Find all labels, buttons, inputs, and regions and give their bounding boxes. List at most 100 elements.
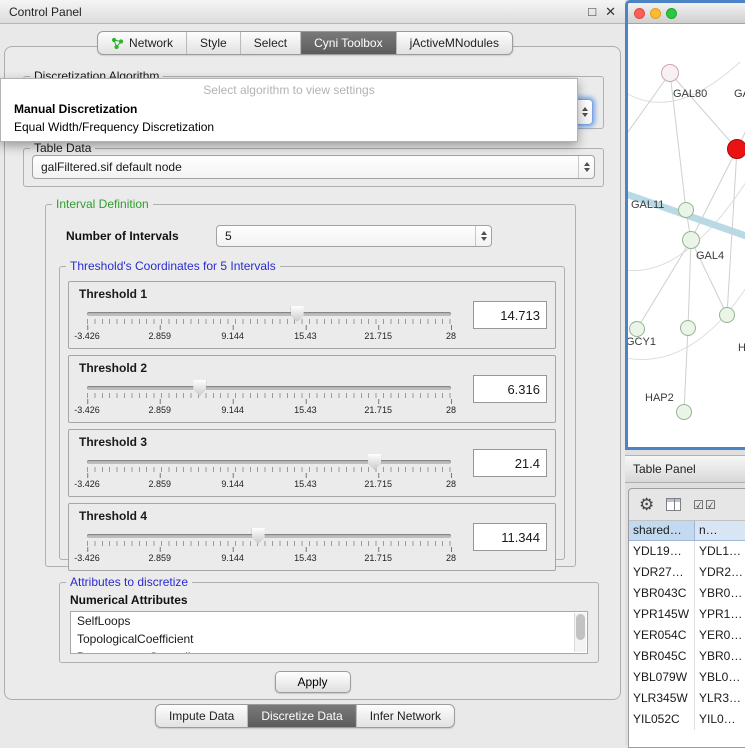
list-item-topologicalcoefficient[interactable]: TopologicalCoefficient: [71, 630, 587, 648]
scrollbar-thumb[interactable]: [576, 614, 585, 640]
table-data-group: Table Data galFiltered.sif default node: [23, 141, 604, 187]
numerical-attributes-label: Numerical Attributes: [70, 593, 188, 607]
threshold-label: Threshold 3: [79, 435, 147, 449]
attributes-scrollbar[interactable]: [574, 613, 586, 652]
scale-label: 28: [446, 331, 456, 341]
table-row[interactable]: YIL052CYIL0…: [629, 709, 745, 730]
number-of-intervals-select[interactable]: 5: [216, 225, 492, 247]
slider-track: [87, 534, 451, 538]
gear-icon[interactable]: ⚙: [639, 496, 654, 513]
float-window-icon[interactable]: □: [588, 4, 596, 20]
close-window-icon[interactable]: [634, 8, 645, 19]
column-header-shared-name[interactable]: shared…: [629, 521, 695, 541]
scale-label: 2.859: [149, 405, 172, 415]
tab-impute-data[interactable]: Impute Data: [156, 705, 247, 727]
table-row[interactable]: YBR045CYBR0…: [629, 646, 745, 667]
threshold-panel: Threshold 1-3.4262.8599.14415.4321.71528…: [68, 281, 556, 349]
network-node-label: GA: [734, 88, 745, 100]
tab-label: Network: [129, 36, 173, 50]
right-region: GAL80GAGAL11GAL4GCY1HAP2H Table Panel ⚙ …: [625, 0, 745, 745]
network-node[interactable]: [661, 64, 679, 82]
tab-style[interactable]: Style: [186, 32, 240, 54]
attributes-list[interactable]: SelfLoopsTopologicalCoefficientBetweenne…: [70, 611, 588, 654]
tab-cyni-toolbox[interactable]: Cyni Toolbox: [300, 32, 395, 54]
control-panel-title: Control Panel: [9, 5, 588, 19]
cell-shared-name: YBR043C: [629, 583, 695, 604]
table-panel-window: ⚙ ☑☑ shared… n… YDL19…YDL1…YDR27…YDR2…YB…: [628, 488, 745, 748]
cell-name: YBL0…: [695, 667, 745, 688]
cell-shared-name: YER054C: [629, 625, 695, 646]
control-panel: Control Panel □ ✕ Discretization Algorit…: [0, 0, 625, 745]
tab-select[interactable]: Select: [240, 32, 300, 54]
network-canvas[interactable]: GAL80GAGAL11GAL4GCY1HAP2H: [628, 24, 745, 447]
algorithm-option-equal-width-frequency-discretization[interactable]: Equal Width/Frequency Discretization: [1, 118, 577, 136]
table-header-row: shared… n…: [629, 521, 745, 541]
table-row[interactable]: YPR145WYPR1…: [629, 604, 745, 625]
table-row[interactable]: YBL079WYBL0…: [629, 667, 745, 688]
apply-button[interactable]: Apply: [274, 671, 350, 693]
scale-label: 28: [446, 479, 456, 489]
minimize-window-icon[interactable]: [650, 8, 661, 19]
threshold-value-field[interactable]: 14.713: [473, 301, 547, 329]
scale-label: 21.715: [364, 553, 392, 563]
table-data-select-value: galFiltered.sif default node: [33, 160, 578, 174]
cell-shared-name: YIL052C: [629, 709, 695, 730]
select-columns-icons[interactable]: ☑☑: [693, 498, 717, 512]
scale-label: 9.144: [221, 405, 244, 415]
network-node[interactable]: [682, 231, 700, 249]
list-item-betweennesscentrality[interactable]: BetweennessCentrality: [71, 648, 587, 654]
tab-label: Select: [254, 36, 287, 50]
scale-label: 15.43: [294, 553, 317, 563]
interval-definition-title: Interval Definition: [52, 197, 153, 211]
slider-scale: -3.4262.8599.14415.4321.71528: [87, 402, 451, 414]
scale-label: 9.144: [221, 331, 244, 341]
zoom-window-icon[interactable]: [666, 8, 677, 19]
tab-jactivemnodules[interactable]: jActiveMNodules: [396, 32, 512, 54]
slider-scale: -3.4262.8599.14415.4321.71528: [87, 328, 451, 340]
algorithm-option-manual-discretization[interactable]: Manual Discretization: [1, 100, 577, 118]
threshold-panel: Threshold 4-3.4262.8599.14415.4321.71528…: [68, 503, 556, 571]
table-row[interactable]: YDL19…YDL1…: [629, 541, 745, 562]
table-row[interactable]: YLR345WYLR3…: [629, 688, 745, 709]
tab-discretize-data[interactable]: Discretize Data: [247, 705, 355, 727]
scale-label: 9.144: [221, 553, 244, 563]
threshold-panel: Threshold 3-3.4262.8599.14415.4321.71528…: [68, 429, 556, 497]
threshold-slider[interactable]: -3.4262.8599.14415.4321.71528: [87, 450, 451, 494]
network-node[interactable]: [678, 202, 694, 218]
table-row[interactable]: YDR27…YDR2…: [629, 562, 745, 583]
thresholds-group: Threshold's Coordinates for 5 Intervals …: [59, 259, 565, 560]
close-panel-icon[interactable]: ✕: [605, 4, 616, 20]
scale-label: 28: [446, 405, 456, 415]
top-tab-bar: Network Style Select Cyni ToolboxjActiveMNo…: [97, 31, 513, 55]
slider-scale: -3.4262.8599.14415.4321.71528: [87, 550, 451, 562]
network-node[interactable]: [727, 139, 745, 159]
network-node[interactable]: [719, 307, 735, 323]
network-node[interactable]: [629, 321, 645, 337]
table-row[interactable]: YER054CYER0…: [629, 625, 745, 646]
column-header-name[interactable]: n…: [695, 521, 745, 541]
columns-icon[interactable]: [666, 498, 681, 511]
threshold-value-field[interactable]: 11.344: [473, 523, 547, 551]
network-node[interactable]: [676, 404, 692, 420]
threshold-value-field[interactable]: 21.4: [473, 449, 547, 477]
network-view-window[interactable]: GAL80GAGAL11GAL4GCY1HAP2H: [625, 0, 745, 450]
list-item-selfloops[interactable]: SelfLoops: [71, 612, 587, 630]
thresholds-container: Threshold 1-3.4262.8599.14415.4321.71528…: [60, 275, 564, 559]
table-data-select[interactable]: galFiltered.sif default node: [32, 155, 595, 179]
threshold-slider[interactable]: -3.4262.8599.14415.4321.71528: [87, 302, 451, 346]
slider-track: [87, 460, 451, 464]
slider-track: [87, 386, 451, 390]
table-toolbar: ⚙ ☑☑: [629, 489, 745, 521]
threshold-value-field[interactable]: 6.316: [473, 375, 547, 403]
cell-shared-name: YBR045C: [629, 646, 695, 667]
network-node[interactable]: [680, 320, 696, 336]
interval-definition-group: Interval Definition Number of Intervals …: [45, 197, 576, 567]
tab-infer-network[interactable]: Infer Network: [356, 705, 454, 727]
threshold-slider[interactable]: -3.4262.8599.14415.4321.71528: [87, 376, 451, 420]
scale-label: 21.715: [364, 405, 392, 415]
threshold-slider[interactable]: -3.4262.8599.14415.4321.71528: [87, 524, 451, 568]
scale-label: 15.43: [294, 479, 317, 489]
slider-ticks: [87, 541, 451, 546]
tab-network[interactable]: Network: [98, 32, 186, 54]
table-row[interactable]: YBR043CYBR0…: [629, 583, 745, 604]
